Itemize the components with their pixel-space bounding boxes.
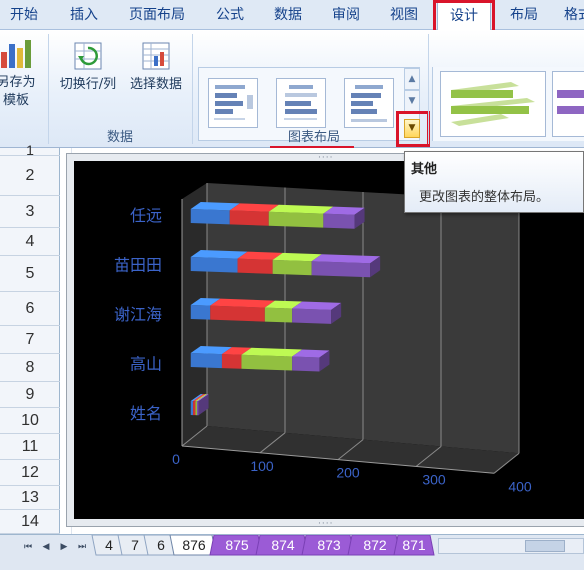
select-data-label: 选择数据 bbox=[129, 77, 182, 92]
sheet-tabs-bar: ⏮ ◀ ▶ ⏭ 4 7 6 876 875 874 873 872 871 bbox=[0, 534, 584, 570]
tab-formulas[interactable]: 公式 bbox=[206, 0, 254, 30]
tooltip-title: 其他 bbox=[411, 162, 438, 177]
row-header-9[interactable]: 9 bbox=[0, 382, 60, 408]
row-header-10[interactable]: 10 bbox=[0, 408, 60, 434]
bar-segment bbox=[195, 401, 197, 416]
sheet-tab-871[interactable]: 871 bbox=[398, 535, 430, 555]
save-as-template-button[interactable]: 另存为 模板 bbox=[0, 38, 40, 110]
row-header-14[interactable]: 14 bbox=[0, 510, 60, 534]
tab-insert[interactable]: 插入 bbox=[60, 0, 108, 30]
switch-row-column-icon bbox=[74, 42, 102, 70]
x-tick-label: 0 bbox=[172, 451, 180, 467]
bar-segment bbox=[221, 354, 242, 369]
save-as-template-label-line1: 另存为 bbox=[0, 75, 36, 90]
x-tick-label: 400 bbox=[508, 478, 532, 494]
tab-data[interactable]: 数据 bbox=[264, 0, 312, 30]
gallery-scroll-down-button[interactable]: ▼ bbox=[404, 90, 420, 112]
bar-segment bbox=[237, 258, 273, 274]
tab-home[interactable]: 开始 bbox=[0, 0, 48, 30]
bar-segment bbox=[210, 305, 265, 322]
select-data-icon bbox=[142, 42, 170, 70]
x-tick-label: 300 bbox=[422, 471, 446, 487]
category-label: 姓名 bbox=[130, 404, 162, 423]
chart-area[interactable]: 0 100 200 300 400 任远苗田田谢江海高山姓名 bbox=[74, 161, 584, 519]
chart-layout-1-thumbnail[interactable] bbox=[208, 78, 258, 128]
chart-resize-handle-bottom[interactable]: ···· bbox=[318, 519, 333, 529]
bar-segment bbox=[311, 261, 371, 278]
row-header-13[interactable]: 13 bbox=[0, 486, 60, 510]
chart-style-2-thumbnail[interactable] bbox=[552, 71, 584, 137]
tab-view[interactable]: 视图 bbox=[380, 0, 428, 30]
bar-segment bbox=[229, 210, 269, 226]
row-header-1[interactable]: 1 bbox=[0, 143, 60, 157]
data-group-label: 数据 bbox=[106, 130, 133, 145]
sheet-tab-875[interactable]: 875 bbox=[216, 535, 258, 555]
gallery-scroll-up-button[interactable]: ▲ bbox=[404, 68, 420, 90]
switch-row-column-label: 切换行/列 bbox=[59, 77, 117, 92]
bar-segment bbox=[196, 401, 199, 416]
bar-segment bbox=[241, 354, 293, 371]
sheet-tab-6[interactable]: 6 bbox=[150, 535, 172, 555]
bar-segment bbox=[190, 401, 194, 416]
bar-segment bbox=[264, 307, 293, 323]
row-header-12[interactable]: 12 bbox=[0, 460, 60, 486]
row-header-3[interactable]: 3 bbox=[0, 196, 60, 228]
group-separator bbox=[428, 34, 429, 144]
row-header-5[interactable]: 5 bbox=[0, 256, 60, 292]
category-label: 任远 bbox=[130, 206, 162, 225]
bar-segment bbox=[193, 401, 196, 416]
bar-segment bbox=[268, 211, 324, 228]
row-header-4[interactable]: 4 bbox=[0, 228, 60, 256]
sheet-tab-874[interactable]: 874 bbox=[262, 535, 304, 555]
save-as-template-label-line2: 模板 bbox=[2, 93, 29, 108]
chart-style-1-thumbnail[interactable] bbox=[440, 71, 546, 137]
chart-layout-2-thumbnail[interactable] bbox=[276, 78, 326, 128]
bar-segment bbox=[323, 213, 355, 229]
bar-segment bbox=[190, 209, 230, 225]
select-data-button[interactable]: 选择数据 bbox=[124, 40, 188, 94]
bar-segment bbox=[272, 259, 312, 276]
ribbon-body: 另存为 模板 切换行/列 选择数据 数据 ▲ ▼ ▼ 图表布局 bbox=[0, 30, 584, 180]
category-label: 谢江海 bbox=[114, 305, 162, 324]
more-layouts-tooltip: 其他 更改图表的整体布局。 bbox=[404, 151, 584, 213]
switch-row-column-button[interactable]: 切换行/列 bbox=[52, 40, 124, 94]
tab-format[interactable]: 格式 bbox=[556, 0, 584, 30]
chart-layouts-group-label: 图表布局 bbox=[287, 130, 340, 145]
bar-chart: 0 100 200 300 400 任远苗田田谢江海高山姓名 bbox=[114, 183, 532, 494]
bar-segment bbox=[190, 305, 211, 320]
sheet-tab-7[interactable]: 7 bbox=[124, 535, 146, 555]
bar-segment bbox=[292, 308, 332, 324]
tab-page-layout[interactable]: 页面布局 bbox=[120, 0, 194, 30]
ribbon-tab-bar: 开始 插入 页面布局 公式 数据 审阅 视图 设计 布局 格式 bbox=[0, 0, 584, 31]
sheet-tab-4[interactable]: 4 bbox=[98, 535, 120, 555]
sheet-tab-876[interactable]: 876 bbox=[174, 535, 214, 555]
chart-layout-3-thumbnail[interactable] bbox=[344, 78, 394, 128]
horizontal-scrollbar[interactable] bbox=[438, 538, 584, 554]
category-label: 苗田田 bbox=[114, 256, 162, 275]
x-tick-label: 100 bbox=[250, 458, 274, 474]
gallery-more-button[interactable]: ▼ bbox=[404, 119, 420, 138]
row-header-11[interactable]: 11 bbox=[0, 434, 60, 460]
sheet-tab-873[interactable]: 873 bbox=[308, 535, 350, 555]
row-header-2[interactable]: 2 bbox=[0, 156, 60, 196]
more-dropdown-icon: ▼ bbox=[408, 123, 416, 133]
row-header-6[interactable]: 6 bbox=[0, 292, 60, 326]
tab-layout[interactable]: 布局 bbox=[500, 0, 548, 30]
chart-template-icon bbox=[1, 40, 31, 68]
group-separator bbox=[48, 34, 49, 144]
sheet-tab-872[interactable]: 872 bbox=[354, 535, 396, 555]
bar-segment bbox=[190, 353, 222, 369]
row-header-8[interactable]: 8 bbox=[0, 354, 60, 382]
horizontal-scrollbar-thumb[interactable] bbox=[525, 540, 565, 552]
group-separator bbox=[192, 34, 193, 144]
tab-design[interactable]: 设计 bbox=[437, 0, 491, 31]
bar-segment bbox=[292, 356, 320, 372]
bar-segment bbox=[190, 257, 238, 273]
row-header-7[interactable]: 7 bbox=[0, 326, 60, 354]
tooltip-description: 更改图表的整体布局。 bbox=[419, 190, 550, 205]
x-tick-label: 200 bbox=[336, 465, 360, 481]
category-label: 高山 bbox=[130, 355, 162, 374]
tab-review[interactable]: 审阅 bbox=[322, 0, 370, 30]
